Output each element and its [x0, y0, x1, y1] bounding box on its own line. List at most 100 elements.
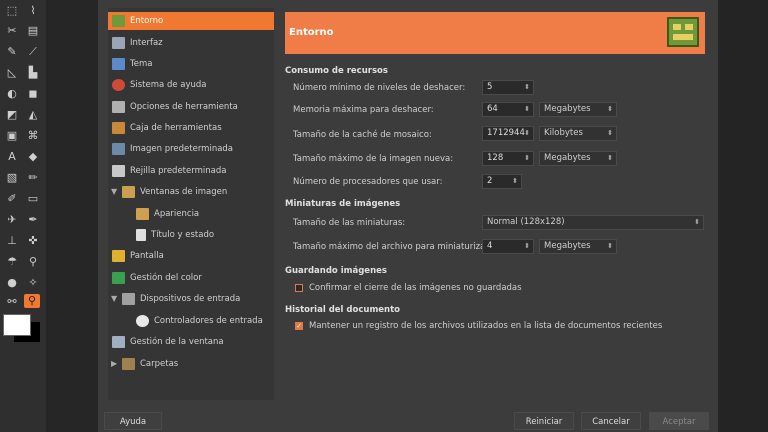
warp-icon[interactable]: ⌘ [25, 129, 41, 143]
window-icon [112, 36, 125, 49]
tree-item-carpetas[interactable]: Carpetas [122, 355, 178, 373]
clone-icon[interactable]: ⊥ [4, 234, 20, 248]
gradient-icon[interactable]: ▧ [4, 171, 20, 185]
eyedropper-icon[interactable]: ⚯ [4, 295, 20, 309]
eraser-icon[interactable]: ▭ [25, 192, 41, 206]
tile-cache-unit-select[interactable]: Kilobytes ⬍ [539, 126, 617, 141]
threads-label: Número de procesadores que usar: [293, 177, 443, 187]
keep-history-checkbox[interactable]: ✓ [295, 322, 303, 330]
rect-select-icon[interactable]: ⬚ [4, 4, 20, 18]
tree-item-opciones[interactable]: Opciones de herramienta [112, 98, 238, 116]
measure-icon[interactable]: ⟋ [25, 45, 41, 59]
chevron-updown-icon: ⬍ [607, 105, 613, 113]
ink-icon[interactable]: ✒ [25, 213, 41, 227]
max-image-unit-select[interactable]: Megabytes ⬍ [539, 151, 617, 166]
confirm-close-label: Confirmar el cierre de las imágenes no g… [309, 283, 522, 293]
tree-item-interfaz[interactable]: Interfaz [112, 34, 163, 52]
rotate-icon[interactable]: ◐ [4, 87, 20, 101]
scissors-icon[interactable]: ✂ [4, 24, 20, 38]
tree-item-imagen[interactable]: Imagen predeterminada [112, 140, 233, 158]
tool-options-icon [112, 100, 125, 113]
paintbrush-icon[interactable]: ✐ [4, 192, 20, 206]
airbrush-icon[interactable]: ✈ [4, 213, 20, 227]
chevron-updown-icon: ⬍ [694, 218, 700, 226]
confirm-close-checkbox[interactable] [295, 284, 303, 292]
thumbnail-max-file-label: Tamaño máximo del archivo para miniaturi… [293, 242, 492, 252]
tree-item-ventanas[interactable]: Ventanas de imagen [122, 183, 227, 201]
color-icon [112, 271, 125, 284]
tree-item-ventana[interactable]: Gestión de la ventana [112, 333, 224, 351]
cage-icon[interactable]: ▣ [4, 129, 20, 143]
tree-item-entorno[interactable]: Entorno [108, 12, 274, 30]
tree-item-rejilla[interactable]: Rejilla predeterminada [112, 162, 226, 180]
tile-cache-label: Tamaño de la caché de mosaico: [293, 130, 432, 140]
help-button[interactable]: Ayuda [104, 412, 162, 430]
undo-memory-unit-select[interactable]: Megabytes ⬍ [539, 102, 617, 117]
page-title: Entorno [289, 27, 334, 38]
thumbnail-size-label: Tamaño de las miniaturas: [293, 218, 406, 228]
resources-heading: Consumo de recursos [285, 66, 388, 76]
expand-arrow-icon[interactable]: ▶ [111, 359, 117, 368]
tree-item-dispositivos[interactable]: Dispositivos de entrada [122, 290, 240, 308]
foreground-color-swatch[interactable] [3, 314, 31, 336]
undo-memory-label: Memoria máxima para deshacer: [293, 105, 434, 115]
tree-item-caja[interactable]: Caja de herramientas [112, 119, 222, 137]
heal-icon[interactable]: ✜ [25, 234, 41, 248]
expand-arrow-icon[interactable]: ▼ [111, 294, 117, 303]
zoom-icon[interactable]: ⚲ [24, 294, 40, 308]
max-image-label: Tamaño máximo de la imagen nueva: [293, 154, 454, 164]
lifebuoy-icon [112, 78, 125, 91]
window-manage-icon [112, 335, 125, 348]
chevron-updown-icon: ⬍ [607, 242, 613, 250]
spin-arrows-icon[interactable]: ⬍ [524, 103, 530, 116]
tree-item-ayuda[interactable]: Sistema de ayuda [112, 76, 207, 94]
thumbnail-size-select[interactable]: Normal (128x128) ⬍ [482, 215, 704, 230]
spin-arrows-icon[interactable]: ⬍ [512, 175, 518, 188]
transform-icon[interactable]: ◼ [25, 87, 41, 101]
chevron-updown-icon: ⬍ [607, 154, 613, 162]
flip-icon[interactable]: ◭ [25, 108, 41, 122]
tree-item-color[interactable]: Gestión del color [112, 269, 202, 287]
tree-item-tema[interactable]: Tema [112, 55, 152, 73]
text-icon[interactable]: A [4, 150, 20, 164]
tree-item-controladores[interactable]: Controladores de entrada [136, 312, 263, 330]
foreground-select-icon[interactable]: ▤ [25, 24, 41, 38]
reset-button[interactable]: Reiniciar [514, 412, 574, 430]
thumbnail-max-file-spinner[interactable]: 4 ⬍ [482, 239, 534, 254]
free-select-icon[interactable]: ⌇ [25, 4, 41, 18]
thumbnail-max-file-unit-select[interactable]: Megabytes ⬍ [539, 239, 617, 254]
perspective-icon[interactable]: ◩ [4, 108, 20, 122]
page-banner: Entorno [285, 12, 705, 54]
path-icon[interactable]: ✧ [25, 276, 41, 290]
undo-memory-spinner[interactable]: 64 ⬍ [482, 102, 534, 117]
pencil-icon[interactable]: ✏ [25, 171, 41, 185]
display-icon [112, 249, 125, 262]
expand-arrow-icon[interactable]: ▼ [111, 187, 117, 196]
tree-item-titulo[interactable]: Título y estado [136, 226, 214, 244]
spin-arrows-icon[interactable]: ⬍ [524, 81, 530, 94]
cancel-button[interactable]: Cancelar [581, 412, 641, 430]
align-icon[interactable]: ▙ [25, 66, 41, 80]
crop-icon[interactable]: ◺ [4, 66, 20, 80]
tree-item-pantalla[interactable]: Pantalla [112, 247, 164, 265]
tile-cache-spinner[interactable]: 1712944 ⬍ [482, 126, 534, 141]
toolbox: ⬚ ⌇ ✂ ▤ ✎ ⟋ ◺ ▙ ◐ ◼ ◩ ◭ ▣ ⌘ A ◆ ▧ ✏ ✐ ▭ … [0, 0, 46, 432]
threads-spinner[interactable]: 2 ⬍ [482, 174, 522, 189]
tree-item-apariencia[interactable]: Apariencia [136, 205, 199, 223]
undo-levels-spinner[interactable]: 5 ⬍ [482, 80, 534, 95]
toolbox-icon [112, 121, 125, 134]
color-picker-icon[interactable]: ✎ [4, 45, 20, 59]
spin-arrows-icon[interactable]: ⬍ [524, 127, 530, 140]
spin-arrows-icon[interactable]: ⬍ [524, 240, 530, 253]
blur-icon[interactable]: ● [4, 276, 20, 290]
bucket-fill-icon[interactable]: ◆ [25, 150, 41, 164]
max-image-spinner[interactable]: 128 ⬍ [482, 151, 534, 166]
canvas-area [46, 0, 98, 432]
accept-button[interactable]: Aceptar [649, 412, 709, 430]
input-devices-icon [122, 292, 135, 305]
controller-icon [136, 314, 149, 327]
palette-icon [112, 57, 125, 70]
smudge-icon[interactable]: ☂ [4, 255, 20, 269]
dodge-icon[interactable]: ⚲ [25, 255, 41, 269]
spin-arrows-icon[interactable]: ⬍ [524, 152, 530, 165]
